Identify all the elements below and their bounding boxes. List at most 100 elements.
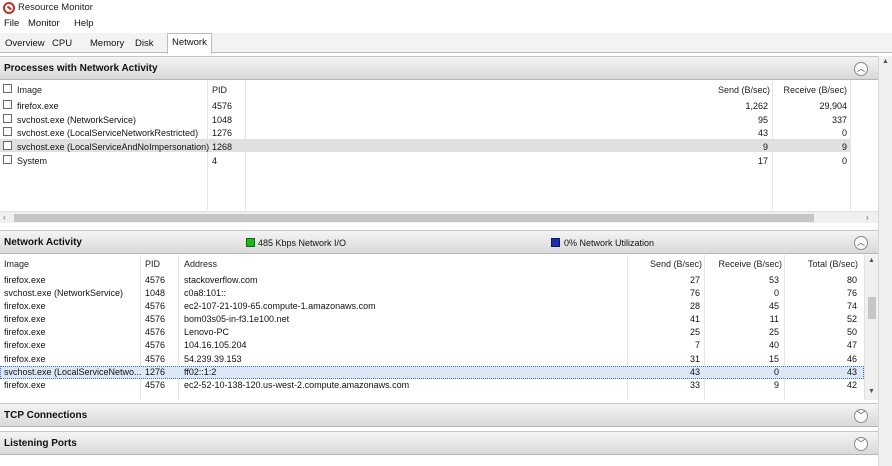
activity-send: 76 bbox=[689, 288, 700, 298]
scroll-right-icon[interactable]: › bbox=[866, 213, 869, 222]
activity-image: firefox.exe bbox=[4, 314, 46, 324]
menu-file[interactable]: File bbox=[4, 18, 19, 29]
row-checkbox[interactable] bbox=[3, 114, 12, 123]
process-receive: 0 bbox=[841, 156, 847, 166]
activity-receive: 45 bbox=[768, 301, 779, 311]
menu-monitor[interactable]: Monitor bbox=[28, 18, 60, 29]
activity-send: 41 bbox=[689, 314, 700, 324]
activity-receive: 25 bbox=[768, 327, 779, 337]
activity-pid: 4576 bbox=[145, 275, 166, 285]
process-pid: 1276 bbox=[212, 128, 233, 138]
chevron-up-icon[interactable]: ︿ bbox=[854, 62, 868, 76]
column-header-pid[interactable]: PID bbox=[212, 85, 227, 95]
listening-ports-section-header[interactable]: Listening Ports ﹀ bbox=[0, 431, 878, 455]
title-bar: Resource Monitor bbox=[0, 0, 892, 16]
chevron-down-icon[interactable]: ﹀ bbox=[854, 409, 868, 423]
menu-bar: File Monitor Help bbox=[0, 16, 892, 32]
activity-send: 25 bbox=[689, 327, 700, 337]
column-header-address[interactable]: Address bbox=[184, 259, 217, 269]
outer-vertical-scrollbar[interactable]: ▲ bbox=[878, 56, 892, 466]
row-checkbox[interactable] bbox=[3, 155, 12, 164]
tab-cpu[interactable]: CPU bbox=[48, 35, 76, 53]
column-header-image[interactable]: Image bbox=[4, 259, 29, 269]
network-utilization-legend-icon bbox=[551, 238, 560, 247]
activity-image: firefox.exe bbox=[4, 275, 46, 285]
column-header-pid[interactable]: PID bbox=[145, 259, 160, 269]
activity-send: 31 bbox=[689, 354, 700, 364]
tab-overview[interactable]: Overview bbox=[1, 35, 49, 53]
network-activity-section-title: Network Activity bbox=[4, 237, 82, 248]
chevron-up-icon[interactable]: ︿ bbox=[854, 236, 868, 250]
row-checkbox[interactable] bbox=[3, 100, 12, 109]
tab-memory[interactable]: Memory bbox=[86, 35, 128, 53]
activity-receive: 0 bbox=[773, 367, 779, 377]
activity-pid: 4576 bbox=[145, 314, 166, 324]
activity-address: c0a8:101:: bbox=[184, 288, 227, 298]
process-send: 1,262 bbox=[745, 101, 768, 111]
select-all-checkbox[interactable] bbox=[3, 84, 12, 93]
column-header-total[interactable]: Total (B/sec) bbox=[784, 259, 858, 269]
activity-address: Lenovo-PC bbox=[184, 327, 230, 337]
activity-address: bom03s05-in-f3.1e100.net bbox=[184, 314, 290, 324]
chevron-down-icon[interactable]: ﹀ bbox=[854, 437, 868, 451]
scroll-down-icon[interactable]: ▼ bbox=[868, 388, 875, 395]
activity-image: firefox.exe bbox=[4, 340, 46, 350]
process-send: 95 bbox=[757, 115, 768, 125]
process-send: 17 bbox=[757, 156, 768, 166]
process-pid: 1048 bbox=[212, 115, 233, 125]
column-header-receive[interactable]: Receive (B/sec) bbox=[704, 259, 782, 269]
process-send: 9 bbox=[762, 142, 768, 152]
tab-disk[interactable]: Disk bbox=[131, 35, 157, 53]
network-activity-section-header[interactable]: Network Activity 485 Kbps Network I/O 0%… bbox=[0, 230, 878, 254]
process-receive: 9 bbox=[841, 142, 847, 152]
activity-total: 43 bbox=[846, 367, 857, 377]
process-image: svchost.exe (NetworkService) bbox=[17, 115, 137, 125]
activity-send: 43 bbox=[689, 367, 700, 377]
activity-receive: 11 bbox=[769, 314, 779, 324]
tab-network[interactable]: Network bbox=[167, 33, 212, 54]
activity-image: firefox.exe bbox=[4, 301, 46, 311]
activity-image: firefox.exe bbox=[4, 327, 46, 337]
process-receive: 337 bbox=[831, 115, 847, 125]
activity-receive: 9 bbox=[773, 380, 779, 390]
resource-monitor-icon bbox=[3, 2, 15, 14]
tab-strip: Overview CPU Memory Disk Network bbox=[0, 33, 892, 54]
activity-address: stackoverflow.com bbox=[184, 275, 258, 285]
scroll-up-icon[interactable]: ▲ bbox=[882, 58, 889, 65]
processes-section-header[interactable]: Processes with Network Activity ︿ bbox=[0, 56, 878, 80]
processes-horizontal-scrollbar[interactable]: ‹ › bbox=[0, 211, 878, 223]
activity-address: ff02::1:2 bbox=[184, 367, 217, 377]
activity-send: 33 bbox=[689, 380, 700, 390]
processes-section-title: Processes with Network Activity bbox=[4, 63, 158, 74]
column-header-send[interactable]: Send (B/sec) bbox=[690, 85, 770, 95]
process-send: 43 bbox=[757, 128, 768, 138]
menu-help[interactable]: Help bbox=[74, 18, 94, 29]
scroll-up-icon[interactable]: ▲ bbox=[868, 257, 875, 264]
activity-receive: 40 bbox=[768, 340, 779, 350]
activity-send: 27 bbox=[689, 275, 700, 285]
row-checkbox[interactable] bbox=[3, 127, 12, 136]
activity-address: ec2-107-21-109-65.compute-1.amazonaws.co… bbox=[184, 301, 376, 311]
activity-image: firefox.exe bbox=[4, 380, 46, 390]
activity-pid: 4576 bbox=[145, 354, 166, 364]
activity-total: 76 bbox=[846, 288, 857, 298]
activity-image: svchost.exe (NetworkService) bbox=[4, 288, 124, 298]
activity-total: 52 bbox=[846, 314, 857, 324]
activity-pid: 4576 bbox=[145, 380, 166, 390]
scroll-left-icon[interactable]: ‹ bbox=[3, 213, 6, 222]
activity-total: 50 bbox=[846, 327, 857, 337]
tcp-connections-section-title: TCP Connections bbox=[4, 410, 88, 421]
row-checkbox[interactable] bbox=[3, 141, 12, 150]
scrollbar-thumb[interactable] bbox=[868, 297, 876, 319]
column-header-image[interactable]: Image bbox=[17, 85, 42, 95]
network-activity-vertical-scrollbar[interactable]: ▲ ▼ bbox=[864, 255, 878, 400]
activity-total: 47 bbox=[846, 340, 857, 350]
activity-pid: 1048 bbox=[145, 288, 166, 298]
activity-total: 80 bbox=[846, 275, 857, 285]
process-image: firefox.exe bbox=[17, 101, 59, 111]
scrollbar-thumb[interactable] bbox=[14, 214, 814, 222]
activity-send: 28 bbox=[689, 301, 700, 311]
column-header-receive[interactable]: Receive (B/sec) bbox=[770, 85, 847, 95]
tcp-connections-section-header[interactable]: TCP Connections ﹀ bbox=[0, 403, 878, 427]
column-header-send[interactable]: Send (B/sec) bbox=[627, 259, 702, 269]
